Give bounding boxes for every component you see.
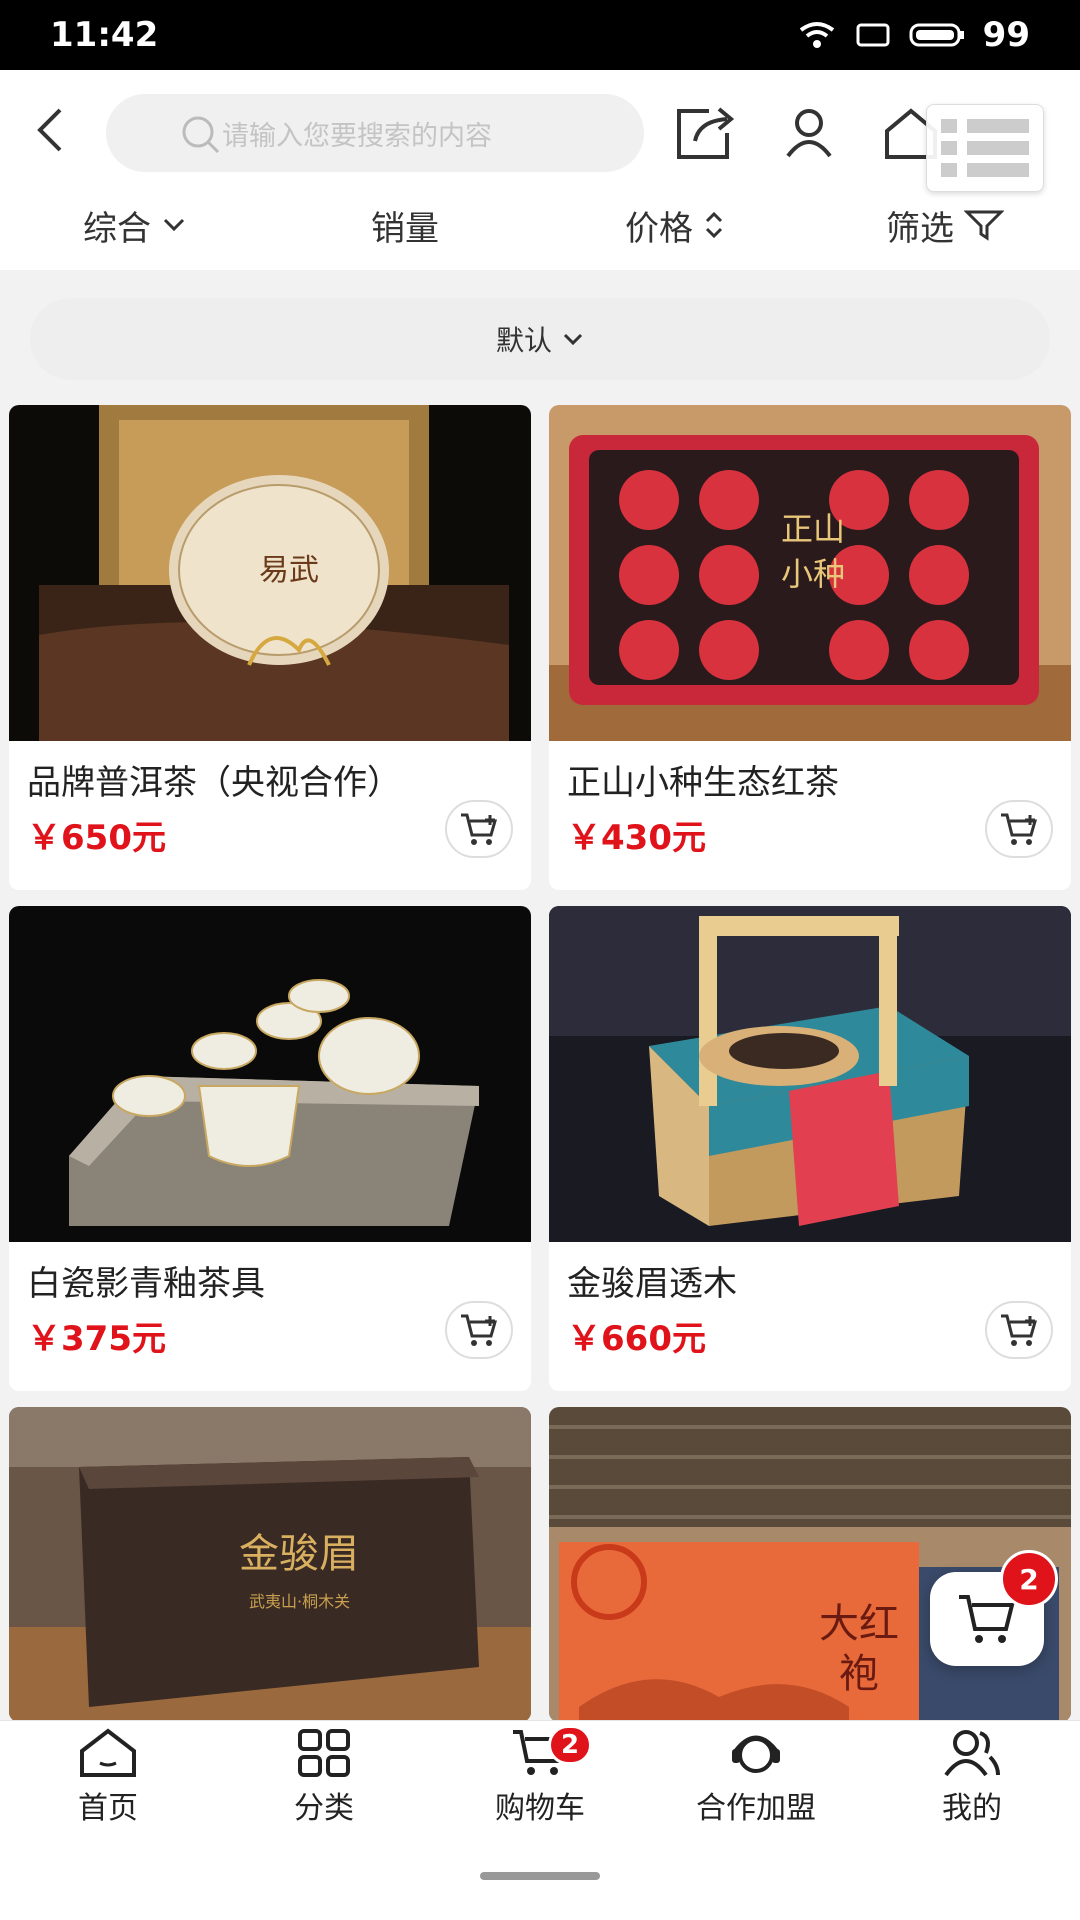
tab-mine[interactable]: 我的 <box>864 1721 1080 1832</box>
status-icons: 99 <box>797 15 1030 55</box>
product-price: ￥660元 <box>567 1319 706 1359</box>
status-time: 11:42 <box>50 15 159 55</box>
product-image: 正山 小种 <box>549 405 1071 741</box>
share-button[interactable] <box>670 98 740 168</box>
sort-filter[interactable]: 筛选 <box>810 190 1080 260</box>
users-icon <box>944 1729 1000 1776</box>
default-filter-dropdown[interactable]: 默认 <box>30 298 1050 380</box>
svg-text:大红: 大红 <box>819 1601 899 1647</box>
top-bar: 请输入您要搜索的内容 综合 销量 价格 筛选 <box>0 70 1080 270</box>
cart-badge: 2 <box>548 1725 592 1765</box>
cart-plus-icon <box>461 1314 497 1346</box>
sort-label: 销量 <box>371 208 439 249</box>
search-input[interactable]: 请输入您要搜索的内容 <box>106 94 644 172</box>
battery-icon <box>909 23 964 47</box>
product-card[interactable]: 易武 品牌普洱茶（央视合作） ￥650元 <box>9 405 531 890</box>
floating-cart-button[interactable]: 2 <box>930 1550 1058 1666</box>
sort-price[interactable]: 价格 <box>540 190 810 260</box>
nav-row: 请输入您要搜索的内容 <box>0 82 1080 192</box>
add-to-cart-button[interactable] <box>985 800 1053 858</box>
product-image <box>549 906 1071 1242</box>
sort-label: 筛选 <box>886 208 954 249</box>
tab-label: 我的 <box>942 1790 1002 1826</box>
support-icon <box>732 1735 780 1773</box>
product-image: 易武 <box>9 405 531 741</box>
svg-text:金骏眉: 金骏眉 <box>239 1531 359 1577</box>
tab-cart[interactable]: 购物车 2 <box>432 1721 648 1832</box>
svg-text:袍: 袍 <box>839 1651 879 1697</box>
product-card[interactable]: 金骏眉透木 ￥660元 <box>549 906 1071 1391</box>
chevron-down-icon <box>563 333 583 346</box>
sort-label: 价格 <box>625 208 693 249</box>
tab-label: 首页 <box>78 1790 138 1826</box>
system-nav-bar <box>0 1832 1080 1920</box>
svg-text:小种: 小种 <box>781 555 845 593</box>
battery-level: 99 <box>982 15 1030 55</box>
product-card[interactable]: 金骏眉 武夷山·桐木关 <box>9 1407 531 1722</box>
add-to-cart-button[interactable] <box>985 1301 1053 1359</box>
svg-text:易武: 易武 <box>259 553 319 588</box>
product-name: 白瓷影青釉茶具 <box>27 1264 265 1304</box>
back-button[interactable] <box>20 100 80 160</box>
add-to-cart-button[interactable] <box>445 800 513 858</box>
floating-cart-badge: 2 <box>1000 1550 1058 1608</box>
product-name: 正山小种生态红茶 <box>567 763 839 803</box>
bottom-tab-bar: 首页 分类 购物车 2 合作加盟 我的 <box>0 1720 1080 1832</box>
tab-partnership[interactable]: 合作加盟 <box>648 1721 864 1832</box>
tab-home[interactable]: 首页 <box>0 1721 216 1832</box>
user-icon <box>786 109 832 158</box>
status-bar: 11:42 99 <box>0 0 1080 70</box>
more-menu-button[interactable] <box>926 104 1044 192</box>
sort-bar: 综合 销量 价格 筛选 <box>0 190 1080 260</box>
cart-plus-icon <box>1001 813 1037 845</box>
share-icon <box>677 107 735 159</box>
product-grid: 易武 品牌普洱茶（央视合作） ￥650元 正山 小种 正山小种生态红茶 ￥430… <box>9 405 1071 1722</box>
tab-label: 合作加盟 <box>696 1790 816 1826</box>
sort-sales[interactable]: 销量 <box>270 190 540 260</box>
wifi-icon <box>799 22 834 48</box>
product-name: 品牌普洱茶（央视合作） <box>27 763 401 803</box>
search-icon <box>182 116 220 154</box>
add-to-cart-button[interactable] <box>445 1301 513 1359</box>
product-price: ￥430元 <box>567 818 706 858</box>
home-indicator[interactable] <box>480 1872 600 1880</box>
product-image: 大红 袍 <box>549 1407 1071 1722</box>
cart-plus-icon <box>1001 1314 1037 1346</box>
filter-label: 默认 <box>495 324 552 357</box>
product-price: ￥650元 <box>27 818 166 858</box>
product-price: ￥375元 <box>27 1319 166 1359</box>
screen-icon <box>856 23 890 47</box>
svg-text:正山: 正山 <box>781 510 845 548</box>
product-card[interactable]: 大红 袍 <box>549 1407 1071 1722</box>
grid-icon <box>298 1728 350 1777</box>
user-button[interactable] <box>774 98 844 168</box>
svg-text:武夷山·桐木关: 武夷山·桐木关 <box>249 1592 350 1611</box>
tab-label: 购物车 <box>495 1790 585 1826</box>
sort-label: 综合 <box>83 208 151 249</box>
tab-label: 分类 <box>294 1790 354 1826</box>
product-image <box>9 906 531 1242</box>
filter-icon <box>964 210 1004 241</box>
product-image: 金骏眉 武夷山·桐木关 <box>9 1407 531 1722</box>
product-card[interactable]: 正山 小种 正山小种生态红茶 ￥430元 <box>549 405 1071 890</box>
sort-comprehensive[interactable]: 综合 <box>0 190 270 260</box>
product-name: 金骏眉透木 <box>567 1264 737 1304</box>
chevron-down-icon <box>163 218 185 232</box>
more-icon <box>941 119 1029 133</box>
product-card[interactable]: 白瓷影青釉茶具 ￥375元 <box>9 906 531 1391</box>
tab-category[interactable]: 分类 <box>216 1721 432 1832</box>
cart-plus-icon <box>461 813 497 845</box>
sort-updown-icon <box>705 211 723 239</box>
home-icon <box>80 1727 136 1777</box>
back-icon <box>37 108 62 152</box>
search-placeholder: 请输入您要搜索的内容 <box>222 120 492 152</box>
